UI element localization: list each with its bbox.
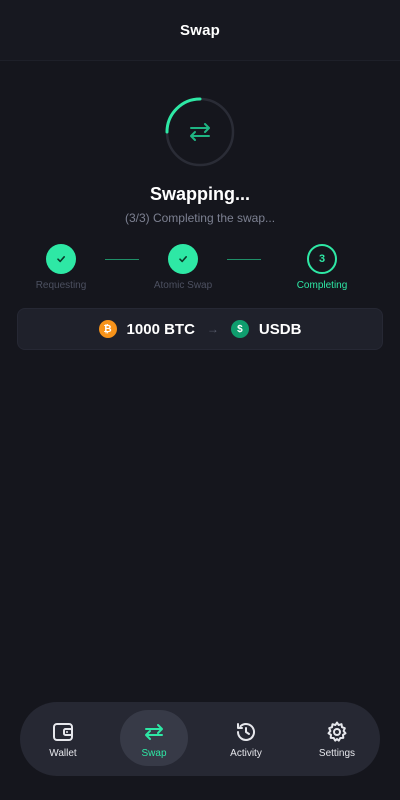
step-completing: 3 Completing [277,244,367,291]
step-connector [105,259,139,260]
bottom-navigation: Wallet Swap Activity Settings [20,702,380,776]
swap-status-subtitle: (3/3) Completing the swap... [124,211,276,225]
check-icon [168,244,198,274]
gear-icon [327,721,347,742]
nav-label: Swap [141,748,167,759]
nav-label: Settings [318,748,356,759]
top-header: Swap [0,0,400,61]
page-title: Swap [180,21,220,39]
step-number: 3 [307,244,337,274]
wallet-icon [53,723,73,741]
history-icon [237,723,255,741]
step-atomic-swap: Atomic Swap [138,244,228,291]
step-connector [227,259,261,260]
nav-item-settings[interactable]: Settings [303,710,371,766]
nav-item-wallet[interactable]: Wallet [29,710,97,766]
swap-pair-card: ₿ 1000 BTC → $ USDB [17,308,383,350]
nav-label: Activity [230,748,262,759]
nav-label: Wallet [49,748,77,759]
from-amount: 1000 BTC [126,320,195,338]
dollar-coin-icon: $ [230,320,249,338]
arrow-right-icon: → [206,322,219,336]
step-label: Requesting [35,280,87,291]
step-label: Completing [296,280,348,291]
step-label: Atomic Swap [153,280,213,291]
swap-icon [145,724,163,740]
bitcoin-icon: ₿ [98,320,117,338]
check-icon [46,244,76,274]
to-symbol: USDB [258,320,302,338]
nav-item-swap[interactable]: Swap [120,710,188,766]
swap-status-title: Swapping... [149,184,250,204]
swap-arrows-icon [190,123,210,141]
step-requesting: Requesting [16,244,106,291]
progress-spinner [165,97,235,167]
nav-item-activity[interactable]: Activity [212,710,280,766]
